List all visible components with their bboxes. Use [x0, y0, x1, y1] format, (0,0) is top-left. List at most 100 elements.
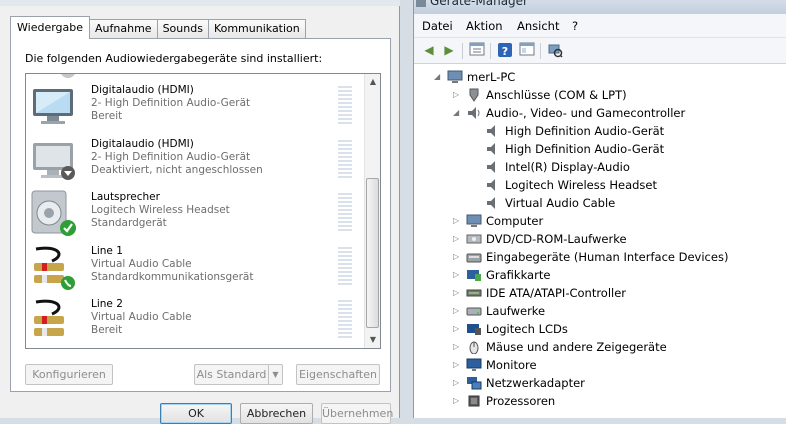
device-item[interactable]: Line 2 Virtual Audio Cable Bereit [26, 294, 362, 348]
device-tree[interactable]: ◢ merL-PC ▷ Anschlüsse (COM & LPT) ◢ Aud… [414, 65, 786, 418]
title-strip [0, 0, 400, 6]
audio-device-icon [485, 196, 501, 210]
tree-node-label: Monitore [486, 358, 537, 372]
partial-item-icon [60, 74, 76, 78]
menu-help[interactable]: ? [572, 19, 578, 33]
tree-node-label: Netzwerkadapter [486, 376, 585, 390]
tree-node-label: Eingabegeräte (Human Interface Devices) [486, 250, 729, 264]
network-icon [466, 376, 482, 390]
device-name: Digitalaudio (HDMI) [91, 84, 194, 96]
help-icon[interactable]: ? [496, 42, 514, 59]
audio-device-icon [485, 142, 501, 156]
scroll-thumb[interactable] [366, 178, 379, 328]
apply-button[interactable]: Übernehmen [321, 403, 393, 424]
set-default-label: Als Standard [196, 368, 267, 381]
tree-node-label: Anschlüsse (COM & LPT) [486, 88, 627, 102]
ok-button[interactable]: OK [160, 403, 232, 424]
tree-node-label: merL-PC [467, 70, 516, 84]
toolbar-separator [540, 43, 541, 59]
lcd-icon [466, 322, 482, 336]
device-name: Digitalaudio (HDMI) [91, 138, 194, 150]
tab-recording[interactable]: Aufnahme [89, 19, 158, 39]
dropdown-arrow-icon[interactable]: ▼ [268, 365, 282, 384]
expand-arrow-icon[interactable]: ▷ [453, 86, 463, 104]
display-adapter-icon [466, 268, 482, 282]
device-desc: Virtual Audio Cable [91, 311, 192, 323]
tab-bar: Wiedergabe Aufnahme Sounds Kommunikation [10, 16, 306, 39]
device-item[interactable]: Lautsprecher Logitech Wireless Headset S… [26, 187, 362, 241]
device-manager-app-icon [416, 0, 426, 7]
tree-node-label: Grafikkarte [486, 268, 551, 282]
expand-arrow-icon[interactable]: ▷ [453, 302, 463, 320]
audio-device-icon [485, 124, 501, 138]
back-arrow-icon[interactable]: ◀ [420, 42, 438, 59]
expand-arrow-icon[interactable]: ▷ [453, 338, 463, 356]
device-list[interactable]: Digitalaudio (HDMI) 2- High Definition A… [25, 73, 381, 349]
sound-dialog: Wiedergabe Aufnahme Sounds Kommunikation… [0, 0, 400, 424]
tree-node-label: Logitech Wireless Headset [505, 178, 658, 192]
configure-button[interactable]: Konfigurieren [25, 364, 113, 385]
expand-arrow-icon[interactable]: ▷ [453, 320, 463, 338]
scan-hardware-icon[interactable] [546, 42, 564, 59]
expand-arrow-icon[interactable]: ▷ [453, 356, 463, 374]
device-item[interactable]: Digitalaudio (HDMI) 2- High Definition A… [26, 134, 362, 188]
tree-node-label: Mäuse und andere Zeigegeräte [486, 340, 667, 354]
tab-sounds[interactable]: Sounds [156, 19, 209, 39]
level-meter [338, 193, 352, 233]
menu-file[interactable]: Datei [422, 19, 453, 33]
playback-panel: Die folgenden Audiowiedergabegeräte sind… [10, 38, 391, 392]
monitor-icon [466, 358, 482, 372]
tab-playback[interactable]: Wiedergabe [10, 16, 91, 39]
expand-arrow-icon[interactable]: ▷ [453, 230, 463, 248]
speaker-default-icon [30, 189, 76, 237]
menu-action[interactable]: Aktion [466, 19, 503, 33]
scroll-down-arrow-icon[interactable]: ▼ [365, 332, 380, 348]
panel-label: Die folgenden Audiowiedergabegeräte sind… [25, 52, 323, 65]
device-item[interactable]: Digitalaudio (HDMI) 2- High Definition A… [26, 80, 362, 134]
svg-text:?: ? [502, 45, 508, 58]
mouse-icon [466, 340, 482, 355]
tree-node-label: IDE ATA/ATAPI-Controller [486, 286, 627, 300]
device-desc: Logitech Wireless Headset [91, 204, 230, 216]
forward-arrow-icon[interactable]: ▶ [440, 42, 458, 59]
device-status: Standardkommunikationsgerät [91, 271, 254, 283]
tree-node-label: High Definition Audio-Gerät [505, 124, 665, 138]
device-name: Line 1 [91, 245, 123, 257]
collapse-arrow-icon[interactable]: ◢ [434, 68, 444, 86]
expand-arrow-icon[interactable]: ▷ [453, 248, 463, 266]
vertical-scrollbar[interactable]: ▲ ▼ [364, 74, 380, 348]
cable-comm-icon [30, 243, 76, 291]
level-meter [338, 140, 352, 180]
toolbar-separator [462, 43, 463, 59]
tree-node-label: Computer [486, 214, 544, 228]
ide-icon [466, 286, 482, 300]
set-default-button[interactable]: Als Standard ▼ [194, 364, 283, 385]
view-icon[interactable] [518, 42, 536, 59]
device-status: Bereit [91, 110, 123, 122]
tab-communication[interactable]: Kommunikation [207, 19, 306, 39]
device-status: Deaktiviert, nicht angeschlossen [91, 164, 263, 176]
dvd-icon [466, 232, 482, 246]
menu-view[interactable]: Ansicht [517, 19, 559, 33]
level-meter [338, 300, 352, 340]
computer-icon [447, 70, 463, 84]
expand-arrow-icon[interactable]: ▷ [453, 374, 463, 392]
expand-arrow-icon[interactable]: ▷ [453, 284, 463, 302]
expand-arrow-icon[interactable]: ▷ [453, 266, 463, 284]
title-bar: Geräte-Manager [414, 0, 786, 14]
properties-button[interactable]: Eigenschaften [296, 364, 380, 385]
scroll-up-arrow-icon[interactable]: ▲ [365, 74, 380, 90]
properties-grid-icon[interactable] [468, 42, 486, 59]
tree-node-label: Audio-, Video- und Gamecontroller [486, 106, 686, 120]
cancel-button[interactable]: Abbrechen [240, 403, 313, 424]
device-desc: 2- High Definition Audio-Gerät [91, 97, 251, 109]
collapse-arrow-icon[interactable]: ◢ [453, 104, 463, 122]
window-title: Geräte-Manager [430, 0, 528, 8]
port-icon [466, 88, 482, 102]
hid-icon [466, 250, 482, 264]
tree-node-label: DVD/CD-ROM-Laufwerke [486, 232, 627, 246]
expand-arrow-icon[interactable]: ▷ [453, 392, 463, 410]
device-item[interactable]: Line 1 Virtual Audio Cable Standardkommu… [26, 241, 362, 295]
drive-icon [466, 304, 482, 318]
expand-arrow-icon[interactable]: ▷ [453, 212, 463, 230]
